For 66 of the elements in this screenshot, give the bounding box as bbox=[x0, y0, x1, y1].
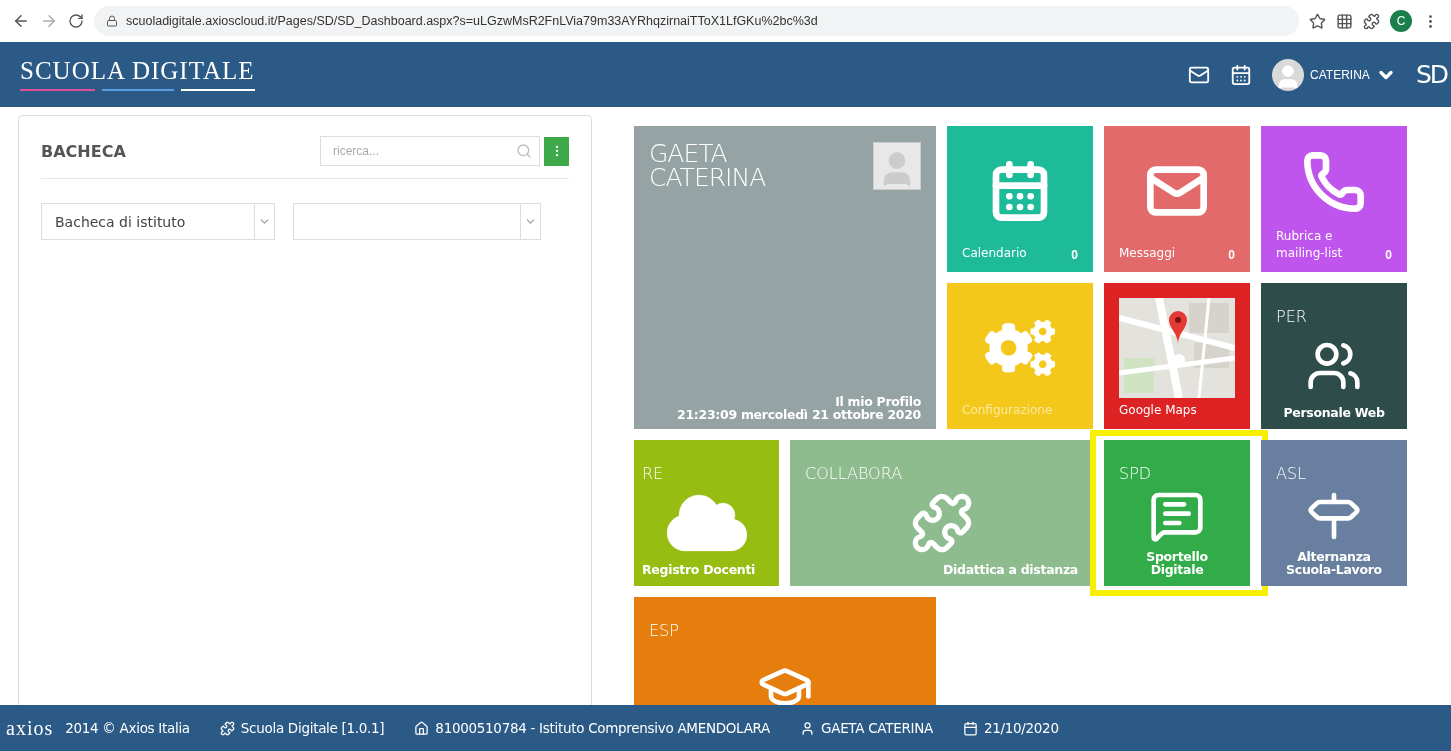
brand-logo: SD bbox=[1415, 60, 1447, 89]
app-logo: SCUOLA DIGITALE bbox=[20, 57, 255, 85]
grid-icon[interactable] bbox=[1336, 12, 1353, 30]
options-button[interactable] bbox=[544, 136, 569, 166]
search-field[interactable]: ricerca... bbox=[320, 136, 540, 166]
dashboard-tile[interactable]: PER Personale Web bbox=[1261, 283, 1407, 429]
logo-underline-icon bbox=[20, 89, 255, 92]
footer-text: GAETA CATERINA bbox=[821, 720, 933, 736]
profile-datetime: 21:23:09 mercoledì 21 ottobre 2020 bbox=[677, 407, 921, 421]
tile-code: COLLABORA bbox=[805, 464, 903, 483]
select-field[interactable]: Bacheca di istituto bbox=[41, 203, 275, 240]
tile-code: RE bbox=[642, 464, 664, 483]
dashboard-tile[interactable]: GAETA CATERINA Il mio Profilo 21:23:09 mercoledì 21 ottobre 2020 bbox=[634, 126, 936, 429]
dashboard-tile[interactable]: ASL Alternanza Scuola-Lavoro bbox=[1261, 440, 1407, 586]
dashboard-tile[interactable]: ESP bbox=[634, 597, 936, 705]
tile-label: Personale Web bbox=[1283, 405, 1385, 419]
address-bar[interactable]: scuoladigitale.axioscloud.it/Pages/SD/SD_Dashboard.aspx?s=uLGzwMsR2FnLVia79m33AYRhqzirnaiTToX1LfGKu%2bc%3d bbox=[94, 6, 1299, 36]
back-icon[interactable] bbox=[12, 12, 30, 30]
dashboard-tile[interactable]: Messaggi 0 bbox=[1104, 126, 1250, 272]
footer-text: 2014 © Axios Italia bbox=[65, 720, 190, 736]
phone-icon bbox=[1302, 150, 1366, 215]
tile-label: Didattica a distanza bbox=[943, 562, 1078, 576]
tile-code: ESP bbox=[649, 621, 679, 640]
tile-label: Registro Docenti bbox=[642, 563, 756, 577]
profile-name: GAETA CATERINA bbox=[649, 142, 767, 190]
user-avatar[interactable] bbox=[1272, 58, 1305, 91]
url-text: scuoladigitale.axioscloud.it/Pages/SD/SD_Dashboard.aspx?s=uLGzwMsR2FnLVia79m33AYRhqzirnaiTToX1LfGKu%2bc%3d bbox=[126, 14, 818, 28]
footer-text: 81000510784 - Istituto Comprensivo AMENDOLARA bbox=[435, 720, 771, 736]
dashboard-tile[interactable]: COLLABORA Didattica a distanza bbox=[790, 440, 1093, 586]
tile-label: Il mio Profilo bbox=[835, 394, 921, 408]
tile-label: Sportello Digitale bbox=[1145, 549, 1209, 576]
lock-icon bbox=[106, 15, 118, 27]
tile-count: 0 bbox=[1228, 248, 1235, 262]
dashboard-tile[interactable]: Rubrica e mailing-list 0 bbox=[1261, 126, 1407, 272]
tile-code: SPD bbox=[1119, 464, 1152, 483]
reload-icon[interactable] bbox=[68, 13, 84, 29]
profile-avatar[interactable]: C bbox=[1390, 10, 1412, 32]
puzzle-icon bbox=[219, 720, 235, 736]
user-icon bbox=[800, 720, 816, 736]
dashboard-tile[interactable]: SPD Sportello Digitale bbox=[1104, 440, 1250, 586]
calendar-icon bbox=[962, 720, 978, 736]
tile-code: ASL bbox=[1276, 464, 1306, 483]
tile-label: Rubrica e mailing-list bbox=[1276, 228, 1344, 262]
tile-label: Alternanza Scuola-Lavoro bbox=[1285, 549, 1383, 576]
avatar-icon bbox=[873, 142, 921, 190]
footer-text: Scuola Digitale [1.0.1] bbox=[240, 720, 385, 736]
star-icon[interactable] bbox=[1309, 12, 1326, 30]
panel-title: BACHECA bbox=[41, 141, 127, 161]
search-icon bbox=[516, 143, 532, 159]
tile-code: PER bbox=[1276, 307, 1307, 326]
puzzle-icon[interactable] bbox=[1363, 12, 1380, 30]
tile-label: Calendario bbox=[962, 245, 1027, 262]
tile-count: 0 bbox=[1385, 248, 1392, 262]
dashboard-tile[interactable]: RE Registro Docenti bbox=[634, 440, 779, 586]
tile-label: Configurazione bbox=[962, 402, 1054, 419]
footer-text: 21/10/2020 bbox=[983, 720, 1059, 736]
home-icon bbox=[414, 720, 430, 736]
tile-count: 0 bbox=[1071, 248, 1078, 262]
tile-label: Messaggi bbox=[1119, 245, 1176, 262]
dashboard-tile[interactable]: Google Maps bbox=[1104, 283, 1250, 429]
user-name[interactable]: CATERINA bbox=[1310, 67, 1370, 82]
select-field[interactable] bbox=[293, 203, 541, 240]
tile-label: Google Maps bbox=[1119, 402, 1198, 419]
dashboard-tile[interactable]: Calendario 0 bbox=[947, 126, 1093, 272]
calendar-icon[interactable] bbox=[1230, 63, 1253, 86]
axios-logo: axios bbox=[6, 716, 54, 740]
